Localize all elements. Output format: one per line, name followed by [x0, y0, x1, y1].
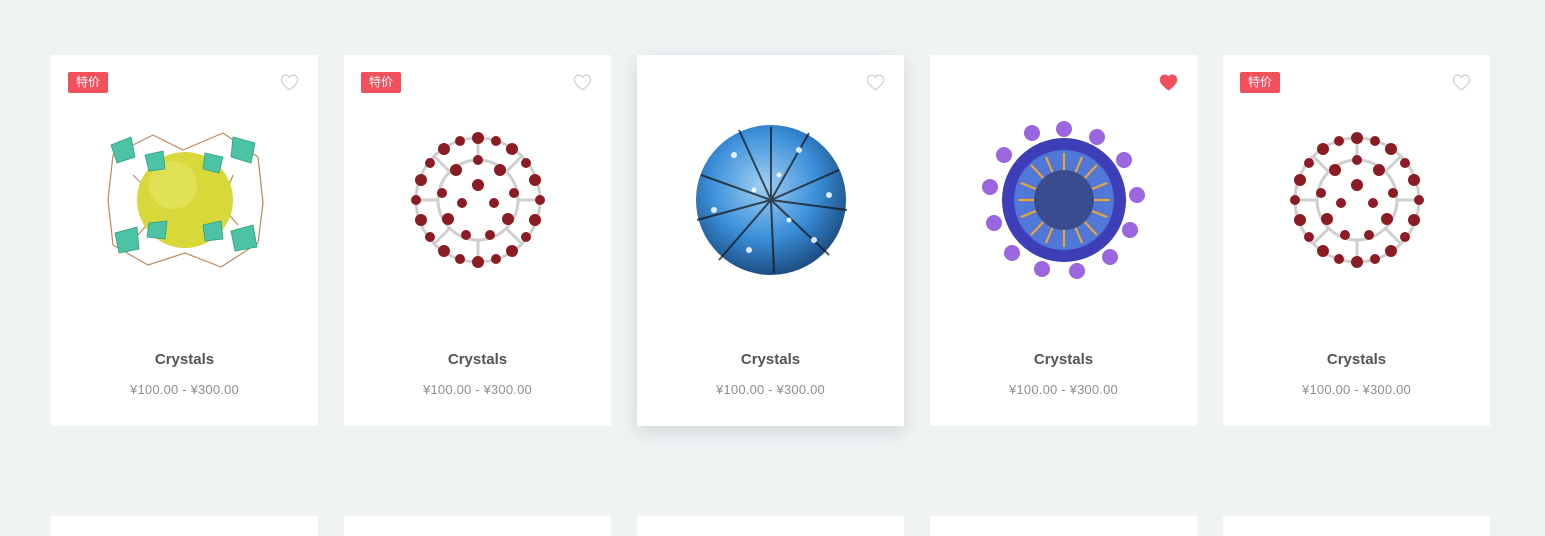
fullerene-image[interactable] — [1265, 115, 1448, 285]
product-price: ¥100.00 - ¥300.00 — [1009, 382, 1118, 397]
product-name[interactable]: Crystals — [51, 351, 318, 368]
product-card[interactable]: 特价 Crystals ¥100.00 - ¥300.00 — [344, 55, 611, 426]
product-price: ¥100.00 - ¥300.00 — [423, 382, 532, 397]
product-card[interactable]: 特价 Crystals ¥100.00 - ¥300.00 — [51, 55, 318, 426]
product-card-partial[interactable] — [51, 516, 318, 536]
product-card-partial[interactable] — [637, 516, 904, 536]
blue-nanoparticle-image[interactable] — [679, 115, 862, 285]
product-card[interactable]: Crystals ¥100.00 - ¥300.00 — [637, 55, 904, 426]
fullerene-image[interactable] — [386, 115, 569, 285]
heart-icon[interactable] — [1452, 74, 1471, 91]
product-card[interactable]: 特价 Crystals ¥100.00 - ¥300.00 — [1223, 55, 1490, 426]
product-card-partial[interactable] — [1223, 516, 1490, 536]
sale-badge: 特价 — [1240, 72, 1281, 93]
product-name[interactable]: Crystals — [930, 351, 1197, 368]
purple-micelle-image[interactable] — [972, 115, 1155, 285]
product-price: ¥100.00 - ¥300.00 — [1302, 382, 1411, 397]
product-name[interactable]: Crystals — [344, 351, 611, 368]
heart-icon[interactable] — [866, 74, 885, 91]
product-name[interactable]: Crystals — [1223, 351, 1490, 368]
heart-icon[interactable] — [573, 74, 592, 91]
product-card-partial[interactable] — [930, 516, 1197, 536]
heart-filled-icon[interactable] — [1159, 74, 1178, 91]
heart-icon[interactable] — [280, 74, 299, 91]
product-price: ¥100.00 - ¥300.00 — [716, 382, 825, 397]
product-card[interactable]: Crystals ¥100.00 - ¥300.00 — [930, 55, 1197, 426]
product-name[interactable]: Crystals — [637, 351, 904, 368]
product-price: ¥100.00 - ¥300.00 — [130, 382, 239, 397]
product-card-partial[interactable] — [344, 516, 611, 536]
sale-badge: 特价 — [68, 72, 109, 93]
sale-badge: 特价 — [361, 72, 402, 93]
mof-crystal-image[interactable] — [93, 115, 276, 285]
